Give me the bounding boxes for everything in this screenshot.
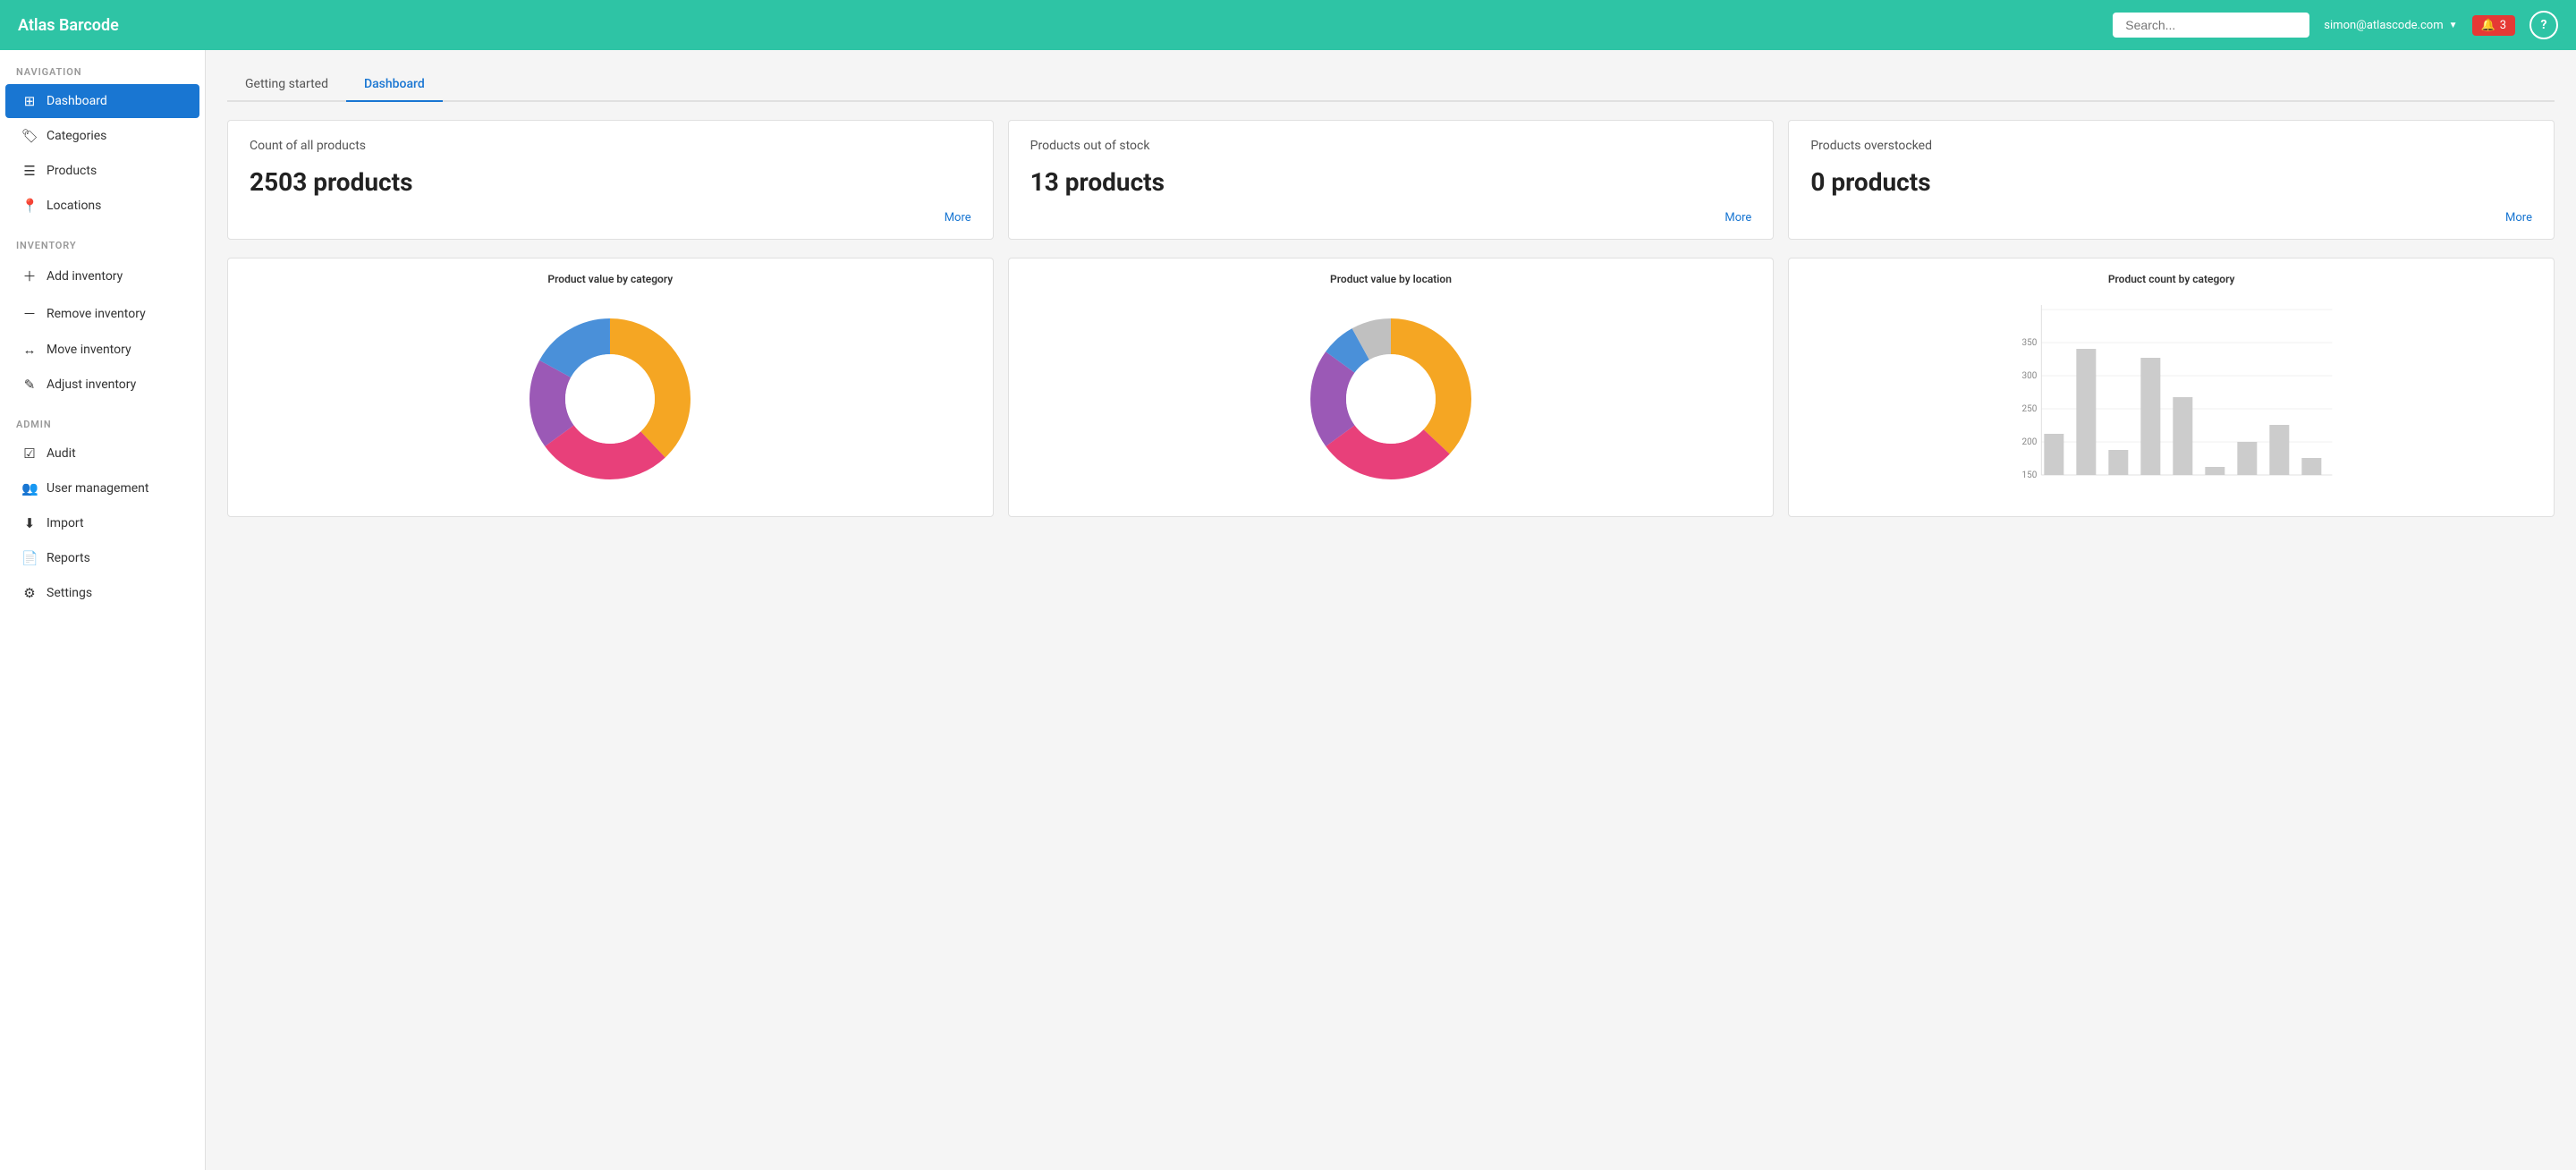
sidebar-label-adjust-inventory: Adjust inventory <box>47 377 136 392</box>
notification-count: 3 <box>2500 19 2506 32</box>
sidebar-label-dashboard: Dashboard <box>47 94 107 108</box>
dashboard-icon: ⊞ <box>21 93 38 109</box>
sidebar-item-locations[interactable]: 📍 Locations <box>5 189 199 223</box>
sidebar-label-add-inventory: Add inventory <box>47 269 123 284</box>
users-icon: 👥 <box>21 480 38 496</box>
bar-chart-svg: 150 200 250 300 350 <box>1803 296 2539 502</box>
remove-icon: － <box>21 304 38 323</box>
sidebar-item-adjust-inventory[interactable]: ✎ Adjust inventory <box>5 368 199 402</box>
layout: NAVIGATION ⊞ Dashboard 🏷 Categories ☰ Pr… <box>0 50 2576 1170</box>
question-icon: ? <box>2541 18 2547 32</box>
donut-svg-1 <box>521 309 699 488</box>
tab-getting-started[interactable]: Getting started <box>227 68 346 102</box>
bar-3 <box>2109 450 2129 475</box>
settings-icon: ⚙ <box>21 585 38 601</box>
sidebar-label-reports: Reports <box>47 551 90 565</box>
sidebar-item-dashboard[interactable]: ⊞ Dashboard <box>5 84 199 118</box>
stat-more-out-of-stock[interactable]: More <box>1030 211 1752 225</box>
adjust-icon: ✎ <box>21 377 38 393</box>
sidebar-item-categories[interactable]: 🏷 Categories <box>5 119 199 153</box>
chart-title-1: Product value by category <box>242 273 979 285</box>
sidebar-item-add-inventory[interactable]: ＋ Add inventory <box>5 258 199 294</box>
stat-more-all-products[interactable]: More <box>250 211 971 225</box>
stat-value-overstocked: 0 products <box>1810 167 2532 197</box>
chart-title-3: Product count by category <box>1803 273 2539 285</box>
sidebar-item-import[interactable]: ⬇ Import <box>5 506 199 540</box>
sidebar-item-settings[interactable]: ⚙ Settings <box>5 576 199 610</box>
user-menu[interactable]: simon@atlascode.com ▼ <box>2324 19 2457 32</box>
stat-value-all-products: 2503 products <box>250 167 971 197</box>
bar-2 <box>2077 349 2097 475</box>
tab-bar: Getting started Dashboard <box>227 68 2555 102</box>
bell-icon: 🔔 <box>2481 19 2496 32</box>
stat-label-all-products: Count of all products <box>250 139 971 153</box>
nav-section-label: NAVIGATION <box>0 50 205 83</box>
sidebar-item-move-inventory[interactable]: ↔ Move inventory <box>5 333 199 367</box>
sidebar-label-categories: Categories <box>47 129 106 143</box>
sidebar-label-audit: Audit <box>47 446 76 461</box>
bar-6 <box>2206 467 2225 475</box>
sidebar-label-locations: Locations <box>47 199 101 213</box>
charts-row: Product value by category <box>227 258 2555 517</box>
stat-more-overstocked[interactable]: More <box>1810 211 2532 225</box>
bar-9 <box>2302 458 2322 475</box>
stat-label-overstocked: Products overstocked <box>1810 139 2532 153</box>
tab-dashboard[interactable]: Dashboard <box>346 68 443 102</box>
app-logo: Atlas Barcode <box>18 16 2098 35</box>
sidebar: NAVIGATION ⊞ Dashboard 🏷 Categories ☰ Pr… <box>0 50 206 1170</box>
notification-button[interactable]: 🔔 3 <box>2472 15 2516 36</box>
chart-title-2: Product value by location <box>1023 273 1759 285</box>
main-content: Getting started Dashboard Count of all p… <box>206 50 2576 1170</box>
help-button[interactable]: ? <box>2529 11 2558 39</box>
stat-card-overstocked: Products overstocked 0 products More <box>1788 120 2555 240</box>
audit-icon: ☑ <box>21 445 38 462</box>
stat-card-all-products: Count of all products 2503 products More <box>227 120 994 240</box>
donut-chart-2 <box>1023 296 1759 502</box>
search-input[interactable] <box>2113 13 2309 38</box>
bar-1 <box>2045 434 2064 475</box>
chart-product-value-by-category: Product value by category <box>227 258 994 517</box>
categories-icon: 🏷 <box>21 128 38 144</box>
svg-text:350: 350 <box>2022 338 2038 348</box>
locations-icon: 📍 <box>21 198 38 214</box>
sidebar-item-remove-inventory[interactable]: － Remove inventory <box>5 295 199 332</box>
bar-4 <box>2141 358 2161 475</box>
sidebar-label-user-management: User management <box>47 481 148 496</box>
svg-text:150: 150 <box>2022 471 2038 480</box>
stat-card-out-of-stock: Products out of stock 13 products More <box>1008 120 1775 240</box>
sidebar-item-user-management[interactable]: 👥 User management <box>5 471 199 505</box>
user-email: simon@atlascode.com <box>2324 19 2443 32</box>
svg-text:250: 250 <box>2022 404 2038 414</box>
sidebar-item-products[interactable]: ☰ Products <box>5 154 199 188</box>
move-icon: ↔ <box>21 342 38 358</box>
bar-8 <box>2270 425 2290 475</box>
bar-chart-container: 150 200 250 300 350 <box>1803 296 2539 502</box>
chevron-down-icon: ▼ <box>2449 21 2458 30</box>
sidebar-label-move-inventory: Move inventory <box>47 343 131 357</box>
reports-icon: 📄 <box>21 550 38 566</box>
sidebar-label-settings: Settings <box>47 586 92 600</box>
stat-cards-row: Count of all products 2503 products More… <box>227 120 2555 240</box>
donut-svg-2 <box>1301 309 1480 488</box>
admin-section-label: ADMIN <box>0 403 205 436</box>
products-icon: ☰ <box>21 163 38 179</box>
add-icon: ＋ <box>21 267 38 285</box>
svg-text:300: 300 <box>2022 371 2038 381</box>
stat-label-out-of-stock: Products out of stock <box>1030 139 1752 153</box>
sidebar-label-remove-inventory: Remove inventory <box>47 307 146 321</box>
inventory-section-label: INVENTORY <box>0 224 205 257</box>
bar-7 <box>2238 442 2258 475</box>
donut-chart-1 <box>242 296 979 502</box>
sidebar-label-import: Import <box>47 516 84 530</box>
sidebar-item-reports[interactable]: 📄 Reports <box>5 541 199 575</box>
import-icon: ⬇ <box>21 515 38 531</box>
sidebar-item-audit[interactable]: ☑ Audit <box>5 437 199 471</box>
svg-text:200: 200 <box>2022 437 2038 447</box>
sidebar-label-products: Products <box>47 164 97 178</box>
chart-product-count-by-category: Product count by category <box>1788 258 2555 517</box>
chart-product-value-by-location: Product value by location <box>1008 258 1775 517</box>
bar-5 <box>2174 397 2193 475</box>
header: Atlas Barcode simon@atlascode.com ▼ 🔔 3 … <box>0 0 2576 50</box>
stat-value-out-of-stock: 13 products <box>1030 167 1752 197</box>
